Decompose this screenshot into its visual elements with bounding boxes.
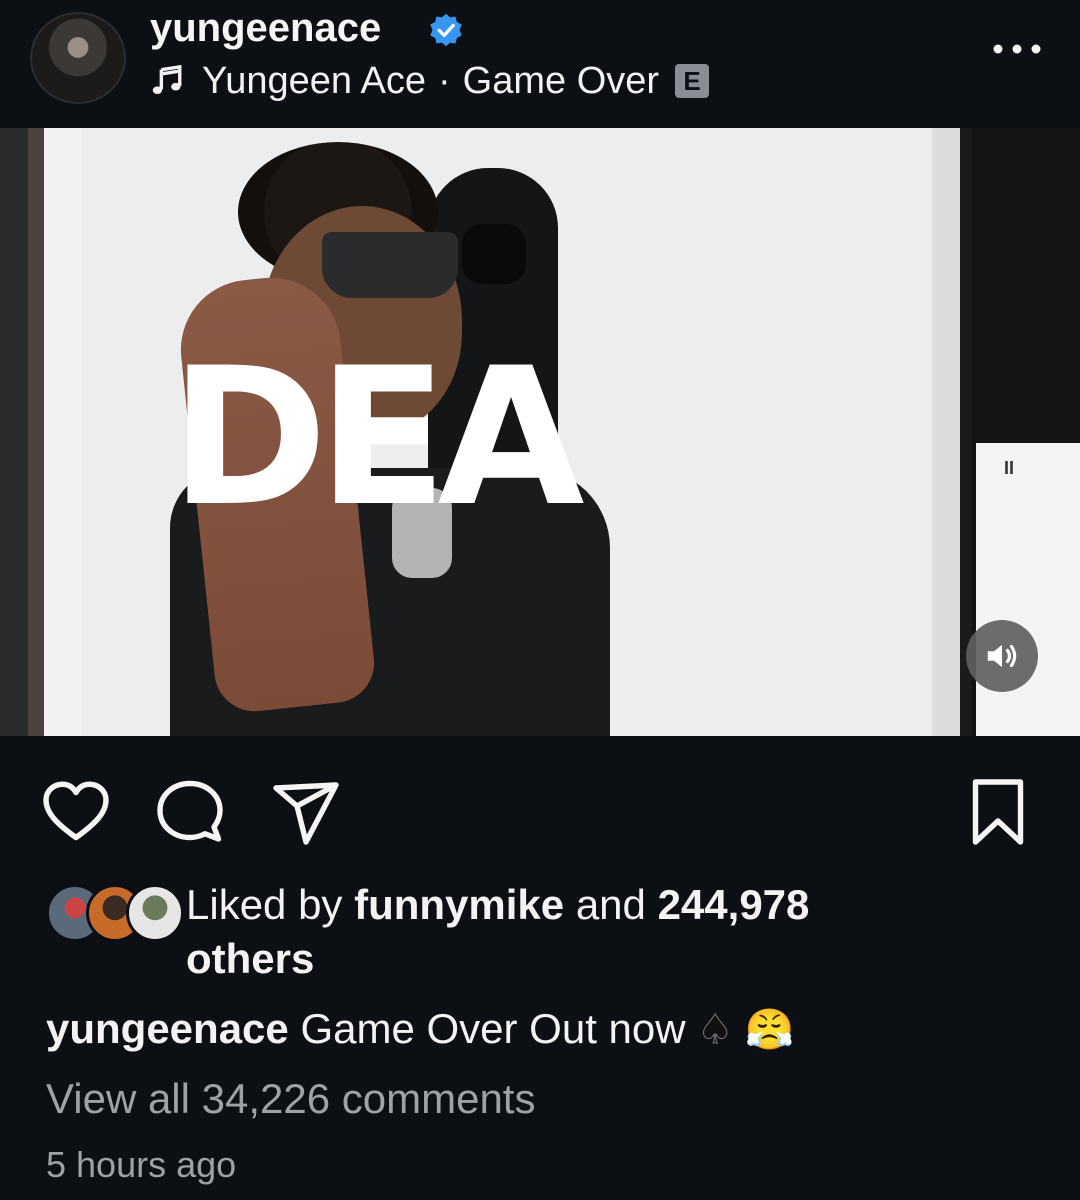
post-header: yungeenace Yungeen Ace · Game Over E	[0, 0, 1080, 128]
speaker-icon	[987, 644, 1017, 668]
explicit-badge: E	[675, 64, 710, 98]
video-overlay-text: DEA	[170, 327, 585, 548]
post-timestamp: 5 hours ago	[46, 1144, 237, 1185]
likes-count[interactable]: 244,978	[658, 881, 810, 928]
heart-icon[interactable]	[40, 776, 112, 848]
panel-marks: II	[1004, 458, 1015, 478]
music-note-icon	[152, 64, 182, 95]
view-all-comments-link[interactable]: View all 34,226 comments	[46, 1072, 535, 1126]
likes-others[interactable]: others	[186, 935, 314, 982]
liked-by-prefix: Liked by	[186, 881, 355, 928]
audio-toggle-button[interactable]	[966, 620, 1038, 692]
caption-text: Game Over Out now	[300, 1005, 686, 1052]
liker-avatars	[46, 884, 184, 942]
verified-badge-icon	[430, 13, 462, 47]
liker-avatar	[126, 884, 184, 942]
liked-by-text: Liked by funnymike and 244,978 others	[186, 878, 1046, 986]
action-bar	[0, 736, 1080, 866]
background-panel	[976, 443, 1080, 736]
audio-separator: ·	[438, 59, 451, 102]
sunglasses	[322, 232, 458, 298]
huffing-face-emoji: 😤	[744, 1007, 795, 1053]
liked-by-user[interactable]: funnymike	[354, 881, 564, 928]
spade-emoji: ♠	[697, 1007, 734, 1054]
audio-track-row[interactable]: Yungeen Ace · Game Over E	[150, 58, 710, 104]
profile-avatar[interactable]	[30, 12, 126, 104]
caption-username[interactable]: yungeenace	[46, 1005, 289, 1052]
audio-title: Game Over	[462, 59, 660, 102]
post-caption: yungeenace Game Over Out now ♠ 😤	[46, 1002, 795, 1057]
more-options-icon[interactable]	[990, 34, 1044, 64]
ski-mask	[462, 224, 526, 284]
liked-by-and: and	[564, 881, 658, 928]
paper-plane-icon[interactable]	[270, 776, 342, 848]
bookmark-icon[interactable]	[962, 776, 1034, 848]
audio-artist: Yungeen Ace	[202, 59, 426, 102]
comment-icon[interactable]	[154, 776, 226, 848]
post-video[interactable]: II DEA	[0, 128, 1080, 736]
post-username[interactable]: yungeenace	[150, 6, 381, 50]
